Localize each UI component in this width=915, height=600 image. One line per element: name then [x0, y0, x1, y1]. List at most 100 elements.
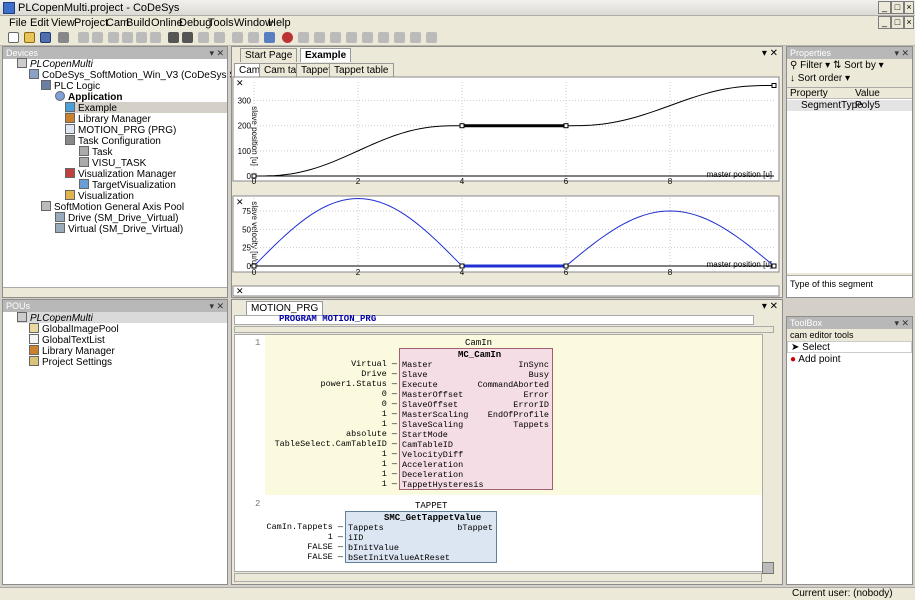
close-chart-icon[interactable]: ✕	[236, 286, 244, 296]
sortby-button[interactable]: ⇅ Sort by ▾	[833, 60, 884, 71]
fb1-output-pin[interactable]: Tappets	[513, 420, 549, 430]
declaration-area[interactable]: PROGRAM MOTION_PRG	[234, 314, 754, 325]
fb1-output-pin[interactable]: ErrorID	[513, 400, 549, 410]
tb-icon-b[interactable]	[248, 32, 259, 43]
input-value[interactable]: Virtual —	[351, 359, 397, 369]
fb1-output-pin[interactable]: CommandAborted	[478, 380, 549, 390]
cut-icon[interactable]	[108, 32, 119, 43]
fb2-input-pin[interactable]: bInitValue	[348, 543, 399, 553]
menu-project[interactable]: Project	[74, 17, 108, 29]
tool-select[interactable]: ➤ Select	[787, 341, 912, 353]
fb1-input-pin[interactable]: Execute	[402, 380, 438, 390]
run-icon[interactable]	[298, 32, 309, 43]
input-value[interactable]: 0 —	[382, 399, 397, 409]
pou-node-imagepool[interactable]: GlobalImagePool	[29, 323, 119, 335]
fb1-input-pin[interactable]: SlaveOffset	[402, 400, 458, 410]
reset-icon[interactable]	[330, 32, 341, 43]
logout-icon[interactable]	[282, 32, 293, 43]
input-value[interactable]: absolute —	[346, 429, 397, 439]
cam-point[interactable]	[459, 263, 465, 269]
unforce-icon[interactable]	[426, 32, 437, 43]
step-into-icon[interactable]	[362, 32, 373, 43]
minimize-button[interactable]: _	[878, 1, 891, 14]
fb1-input-pin[interactable]: Slave	[402, 370, 428, 380]
fb1-input-pin[interactable]: Acceleration	[402, 460, 463, 470]
smc-gettappetvalue-block[interactable]: SMC_GetTappetValue Tappets iID bInitValue b…	[345, 511, 497, 563]
fb1-input-pin[interactable]: TappetHysteresis	[402, 480, 484, 490]
delete-icon[interactable]	[150, 32, 161, 43]
tree-node-task[interactable]: Task	[79, 146, 113, 158]
tree-node-axis-pool[interactable]: SoftMotion General Axis Pool	[41, 201, 184, 213]
maximize-button[interactable]: □	[891, 1, 904, 14]
open-icon[interactable]	[24, 32, 35, 43]
pou-node-project-settings[interactable]: Project Settings	[29, 356, 112, 368]
cam-point[interactable]	[563, 123, 569, 129]
menu-debug[interactable]: Debug	[179, 17, 211, 29]
property-value[interactable]: Poly5	[855, 100, 880, 111]
fb1-input-pin[interactable]: MasterOffset	[402, 390, 463, 400]
close-chart-icon[interactable]: ✕	[236, 197, 244, 207]
prg-tab-close[interactable]: ▾ ✕	[762, 301, 778, 312]
fb1-input-pin[interactable]: Deceleration	[402, 470, 463, 480]
sortorder-button[interactable]: ↓ Sort order ▾	[790, 73, 850, 84]
input-value[interactable]: FALSE —	[307, 542, 343, 552]
pou-node-library-manager[interactable]: Library Manager	[29, 345, 115, 357]
input-value[interactable]: 0 —	[382, 389, 397, 399]
tab-example[interactable]: Example	[300, 48, 352, 62]
input-value[interactable]: 1 —	[382, 459, 397, 469]
fb1-output-pin[interactable]: InSync	[518, 360, 549, 370]
write-values-icon[interactable]	[394, 32, 405, 43]
pou-node-project[interactable]: PLCopenMulti	[17, 312, 227, 324]
menu-build[interactable]: Build	[126, 17, 150, 29]
copy-icon[interactable]	[122, 32, 133, 43]
menu-edit[interactable]: Edit	[30, 17, 49, 29]
tree-node-virtual[interactable]: Virtual (SM_Drive_Virtual)	[55, 223, 183, 235]
print-icon[interactable]	[58, 32, 69, 43]
input-value[interactable]: 1 —	[382, 479, 397, 489]
undo-icon[interactable]	[78, 32, 89, 43]
input-value[interactable]: 1 —	[382, 419, 397, 429]
step-out-icon[interactable]	[378, 32, 389, 43]
cam-point[interactable]	[563, 263, 569, 269]
tree-node-visu-task[interactable]: VISU_TASK	[79, 157, 146, 169]
fbd-vscrollbar[interactable]	[762, 334, 774, 572]
input-value[interactable]: power1.Status —	[320, 379, 397, 389]
cam-point[interactable]	[771, 82, 777, 88]
fb2-input-pin[interactable]: Tappets	[348, 523, 384, 533]
cam-point[interactable]	[771, 263, 777, 269]
subtab-tappet-table[interactable]: Tappet table	[329, 63, 394, 77]
mc-camin-block[interactable]: MC_CamIn Master Slave Execute MasterOffset S…	[399, 348, 553, 490]
declaration-hscrollbar[interactable]	[234, 326, 774, 333]
input-value[interactable]: 1 —	[328, 532, 343, 542]
paste-icon[interactable]	[136, 32, 147, 43]
tab-motion-prg[interactable]: MOTION_PRG	[246, 301, 324, 315]
force-values-icon[interactable]	[410, 32, 421, 43]
pou-node-textlist[interactable]: GlobalTextList	[29, 334, 105, 346]
step-over-icon[interactable]	[346, 32, 357, 43]
fb1-input-pin[interactable]: SlaveScaling	[402, 420, 463, 430]
fb1-output-pin[interactable]: EndOfProfile	[488, 410, 549, 420]
replace-icon[interactable]	[182, 32, 193, 43]
toolbox-category[interactable]: cam editor tools	[787, 329, 912, 341]
find-icon[interactable]	[168, 32, 179, 43]
fb2-input-pin[interactable]: bSetInitValueAtReset	[348, 553, 450, 563]
fb2-output-pin[interactable]: bTappet	[457, 523, 493, 533]
editor-tab-close[interactable]: ▾ ✕	[762, 48, 778, 59]
input-value[interactable]: 1 —	[382, 469, 397, 479]
cam-point[interactable]	[251, 173, 257, 179]
cam-charts[interactable]: ✕ ✕ ✕ slave position [u] slave velocity …	[232, 76, 782, 297]
input-value[interactable]: Drive —	[361, 369, 397, 379]
fb1-input-pin[interactable]: CamTableID	[402, 440, 453, 450]
menu-file[interactable]: File	[9, 17, 27, 29]
tree-node-drive[interactable]: Drive (SM_Drive_Virtual)	[55, 212, 178, 224]
tree-node-task-config[interactable]: Task Configuration	[65, 135, 161, 147]
menu-help[interactable]: Help	[268, 17, 291, 29]
fb2-input-pin[interactable]: iID	[348, 533, 363, 543]
tree-node-target-visu[interactable]: TargetVisualization	[79, 179, 176, 191]
close-chart-icon[interactable]: ✕	[236, 78, 244, 88]
tree-node-plc-logic[interactable]: PLC Logic	[41, 80, 100, 92]
tree-node-application[interactable]: Application	[55, 91, 122, 103]
tb-icon-a[interactable]	[232, 32, 243, 43]
devices-hscrollbar[interactable]	[3, 287, 227, 297]
fb1-instance[interactable]: CamIn	[465, 338, 492, 348]
